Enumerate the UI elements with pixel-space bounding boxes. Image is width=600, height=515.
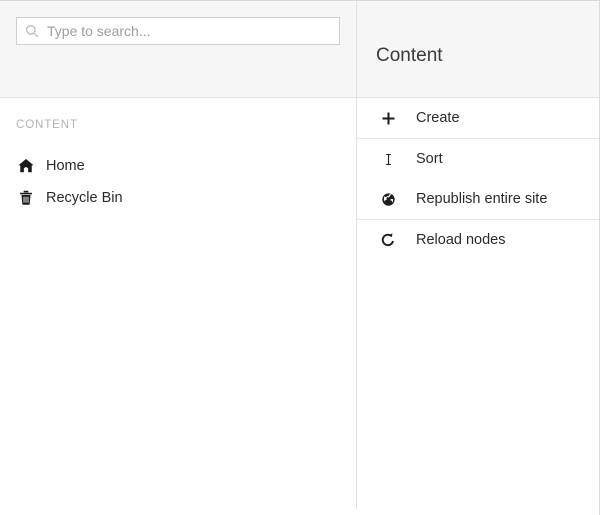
menu-item-label: Republish entire site	[416, 191, 548, 207]
pane-divider	[356, 1, 357, 509]
search-header	[0, 1, 356, 98]
page-title: Content	[376, 45, 443, 66]
search-input[interactable]	[39, 19, 339, 43]
menu-group-create: Create	[356, 98, 599, 139]
panel-header: Content	[356, 1, 599, 98]
trash-icon	[16, 188, 36, 208]
sort-icon	[376, 149, 400, 169]
sidebar-item-recycle-bin[interactable]: Recycle Bin	[0, 182, 356, 214]
tree-list: Home Recycle Bin	[0, 150, 356, 214]
globe-icon	[376, 189, 400, 209]
content-section-app: CONTENT Home	[0, 0, 600, 515]
plus-icon	[376, 108, 400, 128]
home-icon	[16, 156, 36, 176]
reload-icon	[376, 230, 400, 250]
sidebar-item-label: Home	[46, 158, 85, 174]
search-icon	[25, 24, 39, 38]
menu-item-reload-nodes[interactable]: Reload nodes	[356, 220, 599, 260]
menu-group-reload: Reload nodes	[356, 220, 599, 260]
sidebar-item-label: Recycle Bin	[46, 190, 123, 206]
menu-item-label: Create	[416, 110, 460, 126]
left-pane: CONTENT Home	[0, 1, 356, 515]
menu-item-label: Reload nodes	[416, 232, 506, 248]
menu-item-sort[interactable]: Sort	[356, 139, 599, 179]
menu-group-actions: Sort Republish entire site	[356, 139, 599, 220]
search-box[interactable]	[16, 17, 340, 45]
content-tree: CONTENT Home Recycle Bin	[0, 98, 356, 214]
menu-item-create[interactable]: Create	[356, 98, 599, 138]
tree-section-label: CONTENT	[16, 119, 78, 131]
menu-item-republish-entire-site[interactable]: Republish entire site	[356, 179, 599, 219]
sidebar-item-home[interactable]: Home	[0, 150, 356, 182]
menu-item-label: Sort	[416, 151, 443, 167]
right-pane: Content Create Sort Republish entire sit…	[356, 1, 600, 515]
